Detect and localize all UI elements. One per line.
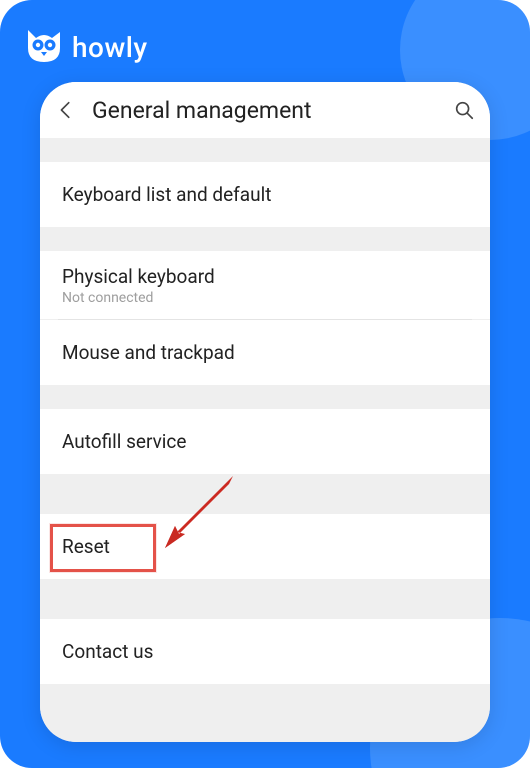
section-gap: [40, 579, 490, 619]
search-icon[interactable]: [452, 98, 476, 122]
row-label: Contact us: [62, 640, 468, 663]
row-keyboard-list[interactable]: Keyboard list and default: [40, 162, 490, 227]
back-icon[interactable]: [54, 98, 78, 122]
brand-name: howly: [72, 31, 148, 64]
row-label: Physical keyboard: [62, 265, 468, 288]
section-gap: [40, 138, 490, 162]
section-gap: [40, 227, 490, 251]
row-contact-us[interactable]: Contact us: [40, 619, 490, 684]
row-label: Reset: [62, 535, 468, 558]
promo-card: howly General management Keyboard list a…: [0, 0, 530, 768]
owl-icon: [24, 28, 64, 66]
section-gap: [40, 474, 490, 514]
page-title: General management: [92, 97, 438, 124]
brand-logo: howly: [24, 28, 148, 66]
row-label: Keyboard list and default: [62, 183, 468, 206]
settings-header: General management: [40, 82, 490, 138]
row-mouse-trackpad[interactable]: Mouse and trackpad: [40, 320, 490, 385]
row-label: Mouse and trackpad: [62, 341, 468, 364]
row-reset[interactable]: Reset: [40, 514, 490, 579]
section-gap: [40, 385, 490, 409]
section-gap: [40, 684, 490, 742]
phone-screenshot: General management Keyboard list and def…: [40, 82, 490, 742]
row-sublabel: Not connected: [62, 290, 468, 306]
row-label: Autofill service: [62, 430, 468, 453]
row-physical-keyboard[interactable]: Physical keyboard Not connected: [40, 251, 490, 319]
row-autofill[interactable]: Autofill service: [40, 409, 490, 474]
